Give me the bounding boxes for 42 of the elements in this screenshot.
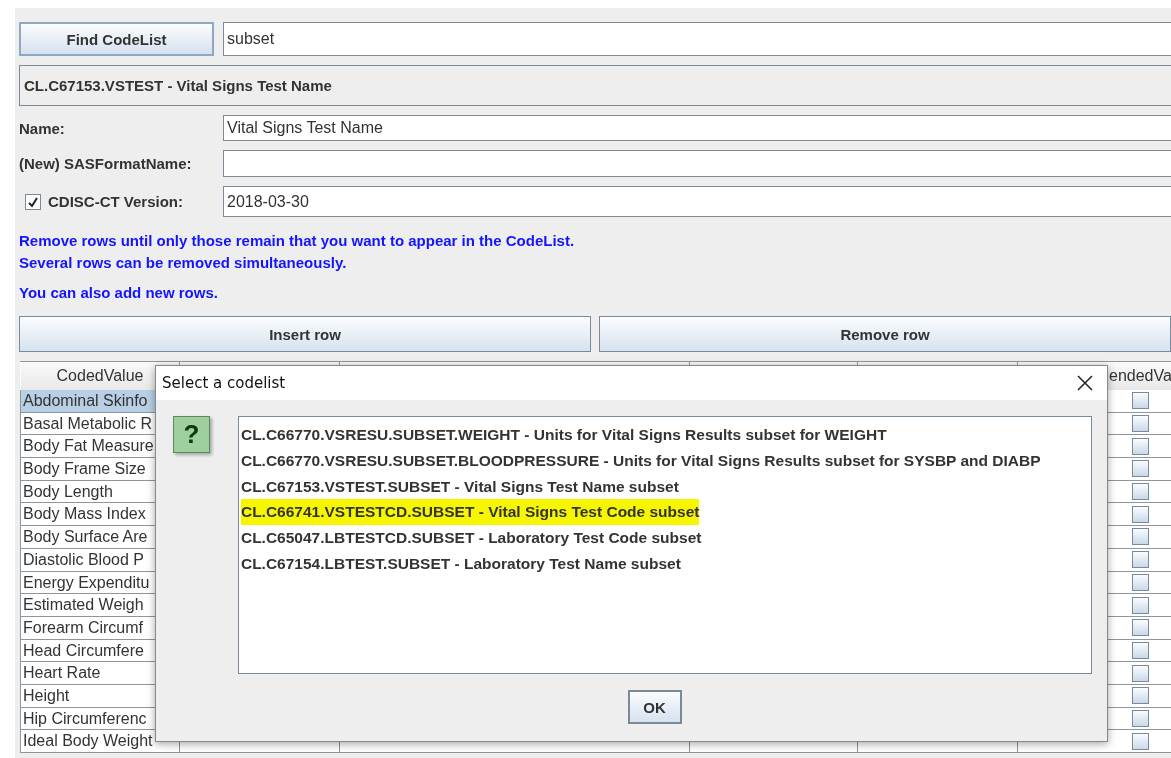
row-button[interactable]: Insert row (19, 316, 591, 352)
close-icon[interactable] (1077, 375, 1093, 391)
text-field[interactable] (223, 150, 1171, 177)
checkbox[interactable] (1132, 619, 1149, 637)
list-item[interactable]: CL.C67153.VSTEST.SUBSET - Vital Signs Test Name subset (240, 473, 679, 500)
checkbox[interactable] (1132, 732, 1149, 750)
field-label: (New) SASFormatName: (19, 155, 192, 172)
checkbox[interactable] (1132, 460, 1149, 478)
checkbox[interactable] (1132, 392, 1149, 410)
instruction-text: You can also add new rows. (19, 283, 219, 303)
list-item[interactable]: CL.C65047.LBTESTCD.SUBSET - Laboratory Test Code subset (240, 525, 702, 551)
field-label: Name: (19, 119, 65, 137)
checkbox[interactable] (25, 193, 41, 210)
checkbox[interactable] (1132, 687, 1149, 705)
field-label: CDISC-CT Version: (48, 193, 183, 210)
instruction-text: Several rows can be removed simultaneously. (19, 253, 348, 273)
list-item[interactable]: CL.C66770.VSRESU.SUBSET.BLOODPRESSURE - Units for Vital Signs Results subset for SYSBP and DIABP (240, 447, 1041, 474)
checkbox[interactable] (1132, 596, 1149, 614)
checkbox[interactable] (1132, 528, 1149, 546)
codelist-header: CL.C67153.VSTEST - Vital Signs Test Name (19, 65, 1171, 106)
checkbox[interactable] (1132, 505, 1149, 523)
checkbox[interactable] (1132, 551, 1149, 569)
question-icon: ? (173, 416, 210, 453)
checkbox[interactable] (1132, 709, 1149, 727)
table-cell: Ideal Body Weight (20, 730, 180, 753)
dialog-title: Select a codelist (162, 374, 286, 392)
instruction-text: Remove rows until only those remain that you want to appear in the CodeList. (19, 231, 576, 251)
checkbox[interactable] (1132, 641, 1149, 659)
ok-button[interactable]: OK (627, 690, 682, 724)
checkbox[interactable] (1132, 437, 1149, 455)
codelist-list[interactable] (237, 416, 1092, 674)
checkbox[interactable] (1132, 573, 1149, 591)
list-item[interactable]: CL.C66770.VSRESU.SUBSET.WEIGHT - Units for Vital Signs Results subset for WEIGHT (240, 422, 887, 448)
row-button[interactable]: Remove row (599, 316, 1171, 352)
text-field[interactable]: 2018-03-30 (223, 186, 1171, 217)
checkbox[interactable] (1132, 415, 1149, 433)
text-field[interactable]: Vital Signs Test Name (223, 115, 1171, 141)
checkbox[interactable] (1132, 664, 1149, 682)
search-field[interactable]: subset (223, 22, 1171, 56)
find-codelist-button[interactable]: Find CodeList (19, 22, 214, 56)
checkbox[interactable] (1132, 483, 1149, 501)
list-item[interactable]: CL.C67154.LBTEST.SUBSET - Laboratory Test Name subset (240, 551, 681, 577)
